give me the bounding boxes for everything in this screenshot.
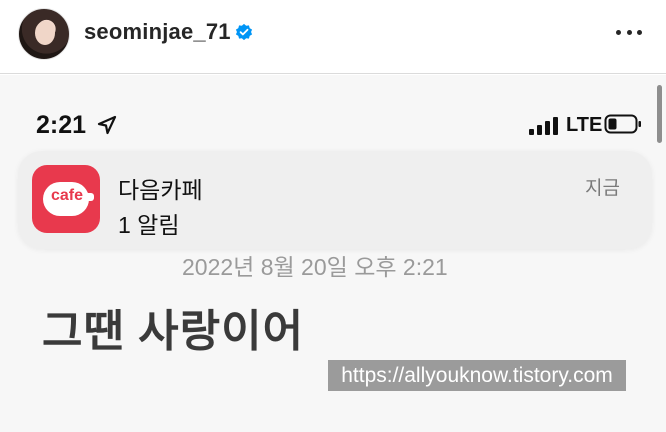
more-dot [637, 29, 642, 35]
verified-badge-icon [235, 23, 253, 41]
more-dot [616, 29, 621, 35]
notification-time: 지금 [585, 178, 620, 199]
avatar[interactable] [18, 8, 70, 60]
daum-cafe-app-icon: cafe [32, 165, 100, 233]
battery-icon [604, 114, 641, 134]
signal-bar [529, 129, 534, 135]
signal-bar [553, 117, 558, 135]
notification-body: 1 알림 [118, 212, 180, 238]
notification-title: 다음카페 [118, 177, 203, 203]
location-arrow-icon [97, 115, 117, 135]
date-line: 2022년 8월 20일 오후 2:21 [182, 254, 448, 280]
network-type: LTE [566, 114, 603, 136]
more-dot [626, 29, 632, 35]
username[interactable]: seominjae_71 [84, 19, 231, 45]
signal-bar [545, 121, 550, 135]
more-options-icon[interactable] [616, 22, 642, 42]
message-text: 그땐 사랑이어 [42, 307, 305, 356]
cellular-signal-icon [529, 115, 559, 135]
status-time: 2:21 [36, 111, 87, 139]
avatar-face [35, 21, 55, 45]
watermark-url: https://allyouknow.tistory.com [328, 360, 626, 391]
signal-bar [537, 125, 542, 135]
post-image: 2:21 LTE cafe 다음카페 1 알림 지금 2022년 8월 20일 … [0, 75, 666, 432]
scrollbar[interactable] [657, 85, 662, 143]
post-header: seominjae_71 [0, 0, 666, 74]
app-icon-text: cafe [50, 187, 84, 204]
notification-banner[interactable]: cafe 다음카페 1 알림 지금 [18, 151, 652, 249]
